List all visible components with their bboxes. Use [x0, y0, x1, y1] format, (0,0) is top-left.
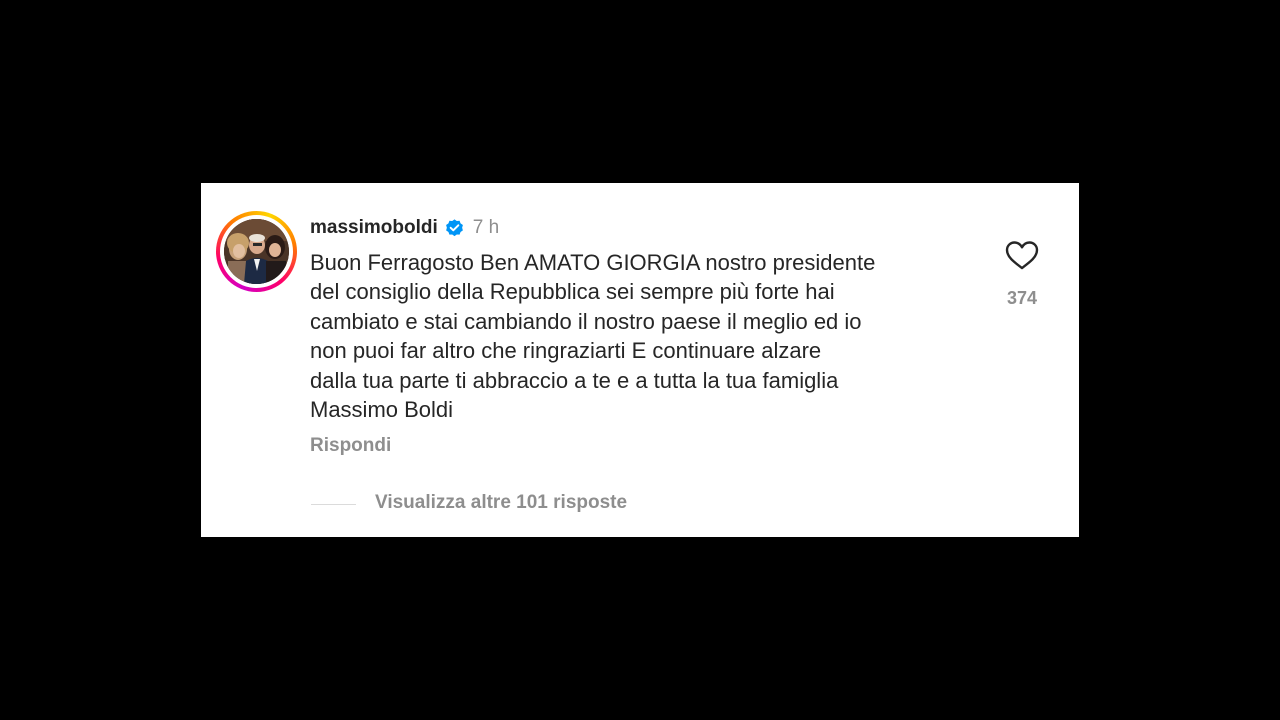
reply-button[interactable]: Rispondi	[310, 435, 391, 457]
avatar-photo	[224, 219, 289, 284]
view-replies-button[interactable]: Visualizza altre 101 risposte	[375, 492, 627, 514]
avatar[interactable]	[216, 211, 297, 292]
verified-badge-icon	[444, 218, 465, 239]
heart-outline-icon[interactable]	[1001, 235, 1043, 277]
avatar-image	[224, 219, 289, 284]
comment-card: massimoboldi 7 h Buon Ferragosto Ben AMA…	[201, 183, 1079, 537]
comment-header: massimoboldi 7 h	[310, 215, 499, 241]
replies-divider	[311, 504, 356, 505]
comment-text: Buon Ferragosto Ben AMATO GIORGIA nostro…	[310, 250, 876, 423]
username[interactable]: massimoboldi	[310, 217, 438, 239]
like-count: 374	[1006, 288, 1038, 308]
comment-timestamp: 7 h	[472, 217, 500, 238]
